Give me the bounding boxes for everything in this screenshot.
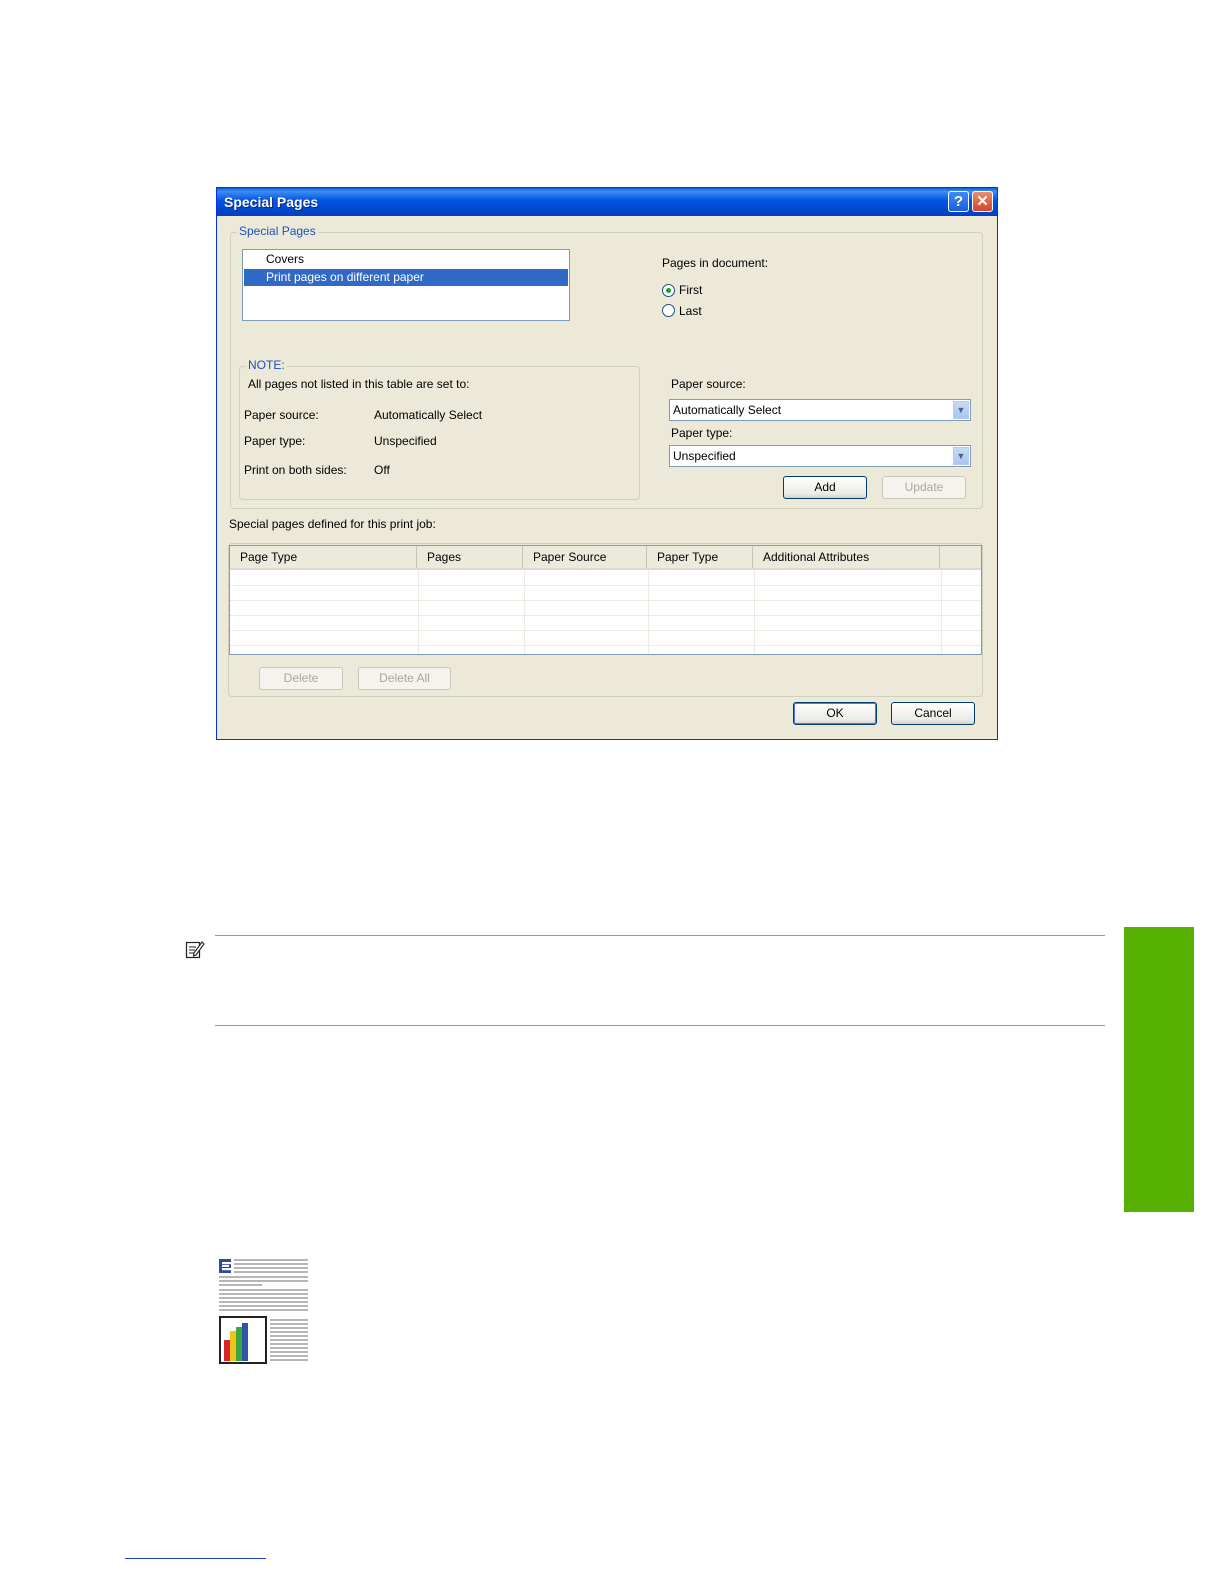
- delete-button[interactable]: Delete: [259, 667, 343, 690]
- paper-source-value: Automatically Select: [673, 403, 782, 417]
- note-duplex-value: Off: [374, 463, 390, 477]
- chevron-down-icon[interactable]: ▼: [953, 447, 969, 465]
- table-row: [230, 615, 981, 616]
- paper-type-value: Unspecified: [673, 449, 736, 463]
- chevron-down-icon[interactable]: ▼: [953, 401, 969, 419]
- close-button[interactable]: ✕: [972, 191, 993, 212]
- pages-in-document-label: Pages in document:: [662, 256, 769, 270]
- add-button[interactable]: Add: [783, 476, 867, 499]
- document-chart-icon: [218, 1258, 310, 1366]
- note-icon: [185, 939, 205, 959]
- table-column-line: [941, 570, 942, 654]
- note-paper-source-value: Automatically Select: [374, 408, 483, 422]
- special-pages-dialog: Special Pages ? ✕ Special Pages Covers P…: [216, 187, 998, 740]
- radio-first[interactable]: [662, 284, 675, 297]
- list-item-print-pages-different-paper[interactable]: Print pages on different paper: [244, 269, 568, 286]
- table-header: Page Type Pages Paper Source Paper Type …: [230, 546, 981, 570]
- footer-link-underline: [125, 1558, 266, 1559]
- radio-last-label[interactable]: Last: [679, 304, 702, 318]
- list-item-covers[interactable]: Covers: [244, 251, 568, 268]
- dialog-title: Special Pages: [224, 194, 319, 210]
- cancel-button[interactable]: Cancel: [891, 702, 975, 725]
- paper-type-label: Paper type:: [671, 426, 733, 440]
- note-bottom-rule: [215, 1025, 1105, 1026]
- column-header-paper-source[interactable]: Paper Source: [523, 546, 647, 568]
- paper-type-select[interactable]: Unspecified ▼: [669, 445, 971, 467]
- note-paper-type-value: Unspecified: [374, 434, 437, 448]
- table-column-line: [524, 570, 525, 654]
- special-pages-group-legend: Special Pages: [237, 224, 318, 238]
- special-pages-listbox[interactable]: Covers Print pages on different paper: [242, 249, 570, 321]
- column-header-page-type[interactable]: Page Type: [230, 546, 417, 568]
- help-button[interactable]: ?: [948, 191, 969, 212]
- ok-button[interactable]: OK: [793, 702, 877, 725]
- chapter-side-tab: [1124, 927, 1194, 1212]
- column-header-pages[interactable]: Pages: [417, 546, 523, 568]
- title-bar[interactable]: Special Pages ? ✕: [217, 188, 997, 216]
- note-paper-type-label: Paper type:: [244, 434, 306, 448]
- table-column-line: [648, 570, 649, 654]
- delete-all-button[interactable]: Delete All: [358, 667, 451, 690]
- special-pages-table[interactable]: Page Type Pages Paper Source Paper Type …: [229, 545, 982, 655]
- note-legend: NOTE:: [246, 358, 287, 372]
- note-intro: All pages not listed in this table are s…: [248, 377, 470, 391]
- column-header-paper-type[interactable]: Paper Type: [647, 546, 753, 568]
- table-row: [230, 585, 981, 586]
- paper-source-select[interactable]: Automatically Select ▼: [669, 399, 971, 421]
- note-duplex-label: Print on both sides:: [244, 463, 347, 477]
- table-column-line: [418, 570, 419, 654]
- defined-pages-label: Special pages defined for this print job…: [229, 517, 436, 531]
- table-row: [230, 645, 981, 646]
- table-column-line: [754, 570, 755, 654]
- radio-last[interactable]: [662, 304, 675, 317]
- update-button[interactable]: Update: [882, 476, 966, 499]
- table-row: [230, 630, 981, 631]
- radio-first-label[interactable]: First: [679, 283, 702, 297]
- column-header-additional-attributes[interactable]: Additional Attributes: [753, 546, 940, 568]
- note-top-rule: [215, 935, 1105, 936]
- paper-source-label: Paper source:: [671, 377, 746, 391]
- note-paper-source-label: Paper source:: [244, 408, 319, 422]
- table-row: [230, 600, 981, 601]
